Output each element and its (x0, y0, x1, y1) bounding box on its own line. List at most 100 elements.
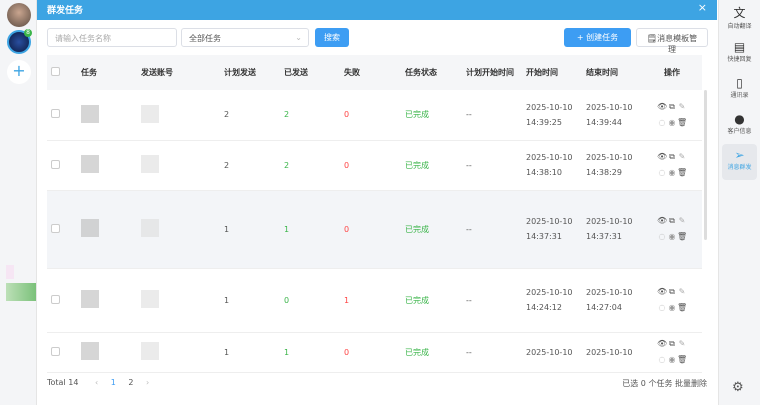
task-status: 已完成 (401, 268, 462, 333)
next-page-icon[interactable]: › (146, 378, 149, 387)
plan-start-time: -- (462, 190, 522, 269)
task-status: 已完成 (401, 332, 462, 373)
sent-count: 1 (280, 332, 340, 373)
row-checkbox[interactable] (51, 294, 60, 304)
mass-send-dialog: 群发任务 × 请输入任务名称 全部任务 ⌄ 搜索 + 创建任务 🗒消息模板管理 任务… (37, 0, 717, 405)
view-icon[interactable]: 👁 (657, 149, 667, 165)
plan-start-time: -- (462, 90, 522, 141)
table-row[interactable]: 2 2 0 已完成 -- 2025-10-10 14:39:25 2025-10-… (47, 90, 702, 141)
translate-icon: 文 (733, 6, 746, 20)
account-thumbnail (141, 290, 159, 308)
thumbnail (6, 265, 14, 279)
col-sent: 已发送 (280, 55, 340, 90)
sent-count: 0 (280, 268, 340, 333)
task-thumbnail (81, 219, 99, 237)
task-table: 任务 发送账号 计划发送 已发送 失败 任务状态 计划开始时间 开始时间 结束时… (47, 55, 702, 373)
end-time: 14:37:31 (586, 232, 622, 241)
label: 客户信息 (727, 128, 752, 135)
table-row[interactable]: 1 0 1 已完成 -- 2025-10-10 14:24:12 2025-10-… (47, 268, 702, 333)
avatar[interactable] (7, 3, 31, 27)
end-time: 14:27:04 (586, 303, 622, 312)
edit-icon[interactable]: ✎ (677, 149, 687, 165)
table-row[interactable]: 1 1 0 已完成 -- 2025-10-10 2025-10-10 👁 ⧉ ✎ ◌ ◉… (47, 332, 702, 373)
sidebar-item-contacts[interactable]: ▯ 通讯录 (719, 72, 760, 108)
table-row[interactable]: 2 2 0 已完成 -- 2025-10-10 14:38:10 2025-10-… (47, 140, 702, 191)
task-name-input[interactable]: 请输入任务名称 (47, 28, 177, 47)
select-all-checkbox[interactable] (51, 67, 60, 76)
sidebar-item-quick-reply[interactable]: ▤ 快捷回复 (719, 36, 760, 72)
pause-icon[interactable]: ◌ (657, 115, 667, 131)
page-2[interactable]: 2 (128, 378, 133, 387)
start-date: 2025-10-10 (526, 288, 573, 297)
message-icon: ▤ (733, 40, 746, 54)
delete-icon[interactable]: 🗑 (677, 352, 687, 368)
scrollbar[interactable] (704, 90, 707, 240)
table-row[interactable]: 1 1 0 已完成 -- 2025-10-10 14:37:31 2025-10-… (47, 190, 702, 269)
copy-icon[interactable]: ⧉ (667, 336, 677, 352)
failed-count: 0 (340, 90, 401, 141)
row-checkbox[interactable] (51, 159, 60, 169)
plan-start-time: -- (462, 332, 522, 373)
edit-icon[interactable]: ✎ (677, 336, 687, 352)
col-status: 任务状态 (401, 55, 462, 90)
start-time: 14:37:31 (526, 232, 562, 241)
pause-icon[interactable]: ◌ (657, 300, 667, 316)
sent-count: 1 (280, 190, 340, 269)
failed-count: 1 (340, 268, 401, 333)
task-filter-select[interactable]: 全部任务 ⌄ (181, 28, 309, 47)
badge: 8 (24, 29, 32, 37)
add-account-icon[interactable]: + (7, 60, 31, 84)
account-avatar[interactable]: 8 (7, 29, 32, 54)
edit-icon[interactable]: ✎ (677, 284, 687, 300)
planned-count: 2 (220, 140, 280, 191)
failed-count: 0 (340, 140, 401, 191)
row-checkbox[interactable] (51, 109, 60, 119)
create-task-button[interactable]: + 创建任务 (564, 28, 631, 47)
close-icon[interactable]: × (698, 1, 707, 14)
end-date: 2025-10-10 (586, 347, 633, 357)
view-icon[interactable]: 👁 (657, 284, 667, 300)
row-checkbox[interactable] (51, 346, 60, 356)
sent-count: 2 (280, 140, 340, 191)
row-checkbox[interactable] (51, 223, 60, 233)
start-time: 14:24:12 (526, 303, 562, 312)
task-status: 已完成 (401, 140, 462, 191)
template-manage-button[interactable]: 🗒消息模板管理 (636, 28, 708, 54)
sidebar-item-customer-info[interactable]: ● 客户信息 (719, 108, 760, 144)
stop-icon[interactable]: ◉ (667, 300, 677, 316)
view-icon[interactable]: 👁 (657, 336, 667, 352)
view-icon[interactable]: 👁 (657, 99, 667, 115)
stop-icon[interactable]: ◉ (667, 229, 677, 245)
filter-value: 全部任务 (189, 34, 221, 43)
delete-icon[interactable]: 🗑 (677, 115, 687, 131)
prev-page-icon[interactable]: ‹ (95, 378, 98, 387)
search-button[interactable]: 搜索 (315, 28, 349, 47)
view-icon[interactable]: 👁 (657, 213, 667, 229)
page-1[interactable]: 1 (111, 378, 116, 387)
stop-icon[interactable]: ◉ (667, 115, 677, 131)
copy-icon[interactable]: ⧉ (667, 284, 677, 300)
selected-count: 已选 0 个任务 (622, 379, 673, 388)
delete-icon[interactable]: 🗑 (677, 229, 687, 245)
account-thumbnail (141, 155, 159, 173)
pause-icon[interactable]: ◌ (657, 229, 667, 245)
delete-icon[interactable]: 🗑 (677, 300, 687, 316)
copy-icon[interactable]: ⧉ (667, 213, 677, 229)
sidebar-item-translate[interactable]: 文自动翻译 (719, 0, 760, 36)
edit-icon[interactable]: ✎ (677, 99, 687, 115)
sidebar-item-mass-send[interactable]: ➢ 消息群发 (722, 144, 757, 180)
batch-delete-button[interactable]: 批量删除 (675, 379, 707, 388)
user-icon: ● (734, 112, 745, 126)
send-icon: ➢ (734, 148, 745, 162)
edit-icon[interactable]: ✎ (677, 213, 687, 229)
label: 自动翻译 (727, 23, 752, 30)
end-date: 2025-10-10 (586, 153, 633, 162)
pause-icon[interactable]: ◌ (657, 165, 667, 181)
settings-icon[interactable]: ⚙ (732, 380, 744, 395)
copy-icon[interactable]: ⧉ (667, 99, 677, 115)
stop-icon[interactable]: ◉ (667, 165, 677, 181)
pause-icon[interactable]: ◌ (657, 352, 667, 368)
stop-icon[interactable]: ◉ (667, 352, 677, 368)
copy-icon[interactable]: ⧉ (667, 149, 677, 165)
delete-icon[interactable]: 🗑 (677, 165, 687, 181)
